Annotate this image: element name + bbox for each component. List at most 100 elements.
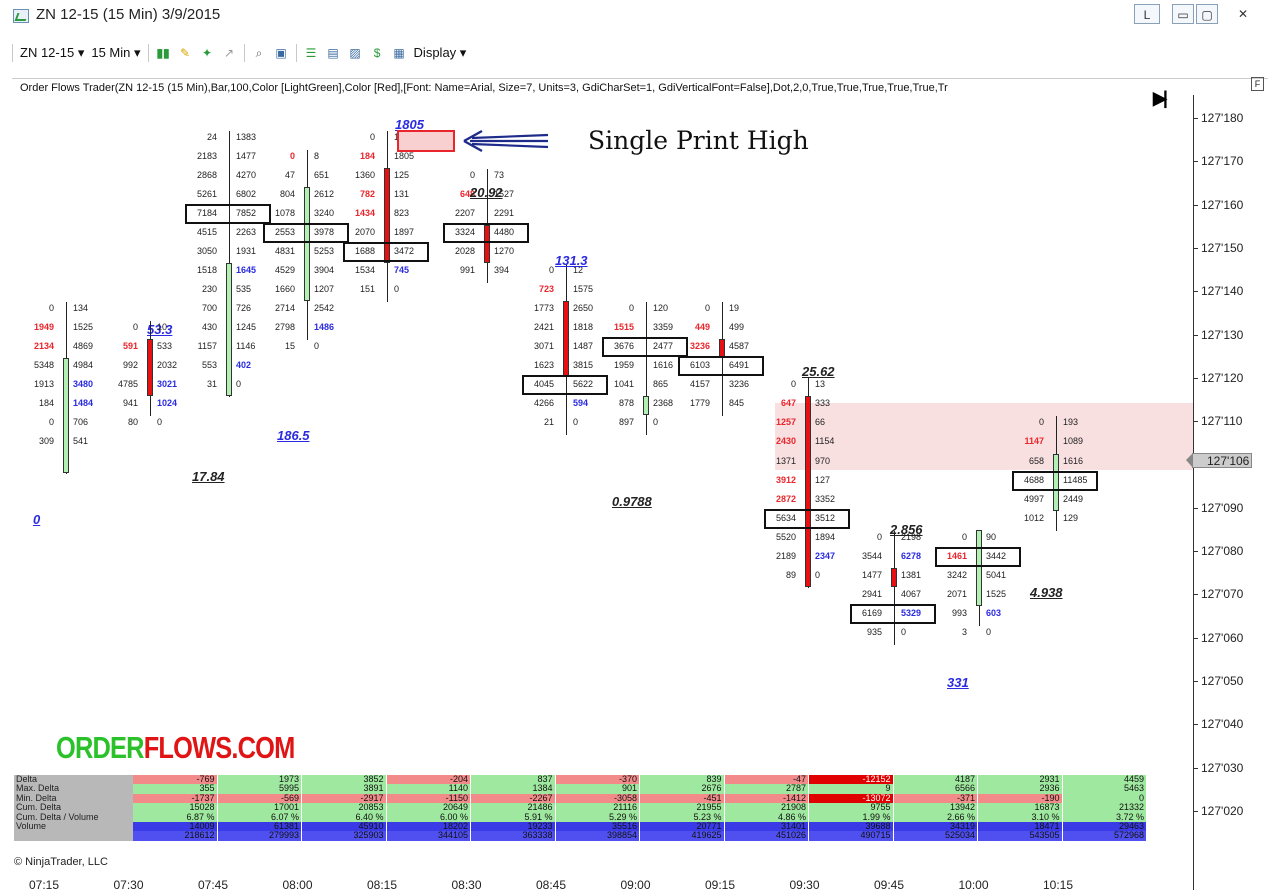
toolbar-separator — [295, 44, 297, 62]
cursor-icon[interactable]: ↗ — [222, 46, 237, 61]
price-tick — [1193, 594, 1198, 596]
stats-cell: 5.23 % — [640, 812, 725, 822]
ask-volume: 1270 — [494, 246, 515, 257]
stats-row: 218612 279993 325903 344105 363338 398854 4196… — [14, 831, 1179, 841]
stats-cell: -2267 — [471, 793, 556, 804]
pencil-icon[interactable]: ✎ — [178, 46, 193, 61]
bid-volume: 1959 — [613, 360, 634, 371]
bid-volume: 1660 — [274, 284, 295, 295]
indicator-f-button[interactable]: F — [1251, 77, 1264, 91]
ask-volume: 129 — [1063, 512, 1079, 523]
stats-row-label: Max. Delta — [14, 784, 133, 794]
stats-cell: -13072 — [809, 793, 894, 804]
bid-volume: 2714 — [274, 303, 295, 314]
bid-volume: 1147 — [1024, 436, 1044, 447]
bid-volume: 804 — [279, 189, 295, 200]
display-menu[interactable]: Display ▾ — [414, 45, 467, 61]
ask-volume: 2347 — [815, 550, 836, 561]
price-label: 127'060 — [1201, 630, 1244, 645]
stats-cell: 20853 — [302, 803, 387, 813]
bid-volume: 0 — [704, 303, 710, 314]
window-controls: L ▭ ▢ ✕ — [1134, 4, 1256, 24]
bid-volume: 0 — [132, 322, 138, 333]
poc-box — [1012, 470, 1098, 491]
star-icon[interactable]: ✦ — [200, 46, 215, 61]
stats-cell: 5.29 % — [555, 812, 640, 822]
stats-cell: 9 — [809, 784, 894, 794]
stats-row: Delta -769 1973 3852 -204 837 -370 839 -47 -12152… — [14, 775, 1179, 785]
stats-cell: 1973 — [217, 775, 302, 785]
bar-body — [147, 339, 153, 397]
logo-part-2: FLOWS.COM — [143, 730, 296, 765]
poc-box — [263, 223, 349, 244]
minimize-button[interactable]: ▭ — [1172, 4, 1194, 24]
ask-volume: 4984 — [73, 360, 94, 371]
chart-style-icon[interactable]: $ — [370, 46, 385, 61]
bar-body — [976, 529, 982, 606]
ask-volume: 1383 — [236, 132, 257, 142]
interval-label: 15 Min — [91, 45, 131, 60]
bar-wick — [646, 302, 647, 436]
layout-icon[interactable]: ▦ — [392, 46, 407, 61]
price-tick — [1193, 551, 1198, 552]
bid-volume: 3912 — [775, 474, 796, 485]
instrument-selector[interactable]: ZN 12-15 ▾ — [20, 45, 84, 61]
bid-volume: 1041 — [613, 379, 634, 390]
stats-cell: 18202 — [386, 821, 471, 832]
stats-cell: 20649 — [386, 803, 471, 813]
ask-volume: 0 — [901, 626, 907, 637]
template-icon[interactable]: ▤ — [326, 46, 341, 61]
poc-box — [850, 603, 936, 624]
poc-box — [764, 508, 850, 529]
bid-volume: 992 — [122, 360, 138, 371]
stats-cell: 18471 — [978, 821, 1063, 832]
bid-volume: 31 — [206, 379, 217, 390]
poc-box — [935, 546, 1021, 567]
bid-volume: 941 — [122, 398, 138, 409]
properties-icon[interactable]: ☰ — [304, 46, 319, 61]
bid-volume: 4831 — [274, 246, 295, 257]
single-print-highlight — [397, 130, 455, 152]
ask-volume: 0 — [986, 626, 992, 637]
stats-cell: 29463 — [1062, 821, 1147, 832]
interval-selector[interactable]: 15 Min ▾ — [91, 45, 140, 61]
bar-wick — [894, 530, 895, 645]
link-button[interactable]: L — [1134, 4, 1160, 24]
snapshot-icon[interactable]: ▨ — [348, 46, 363, 61]
bid-volume: 647 — [780, 398, 796, 409]
data-box-icon[interactable]: ▣ — [274, 46, 289, 61]
ask-volume: 706 — [73, 417, 89, 428]
toolbar-grip — [12, 44, 13, 62]
price-label: 127'110 — [1201, 414, 1243, 429]
bid-volume: 2028 — [454, 246, 475, 257]
stats-cell: 325903 — [302, 831, 387, 841]
price-tick — [1193, 767, 1198, 769]
bid-volume: 0 — [961, 531, 967, 542]
ask-volume: 745 — [394, 265, 410, 276]
bid-volume: 3071 — [533, 341, 554, 352]
bid-volume: 0 — [469, 170, 475, 181]
copyright-label: © NinjaTrader, LLC — [14, 856, 108, 868]
close-button[interactable]: ✕ — [1230, 4, 1256, 24]
bid-volume: 3236 — [689, 341, 710, 352]
play-to-end-icon[interactable]: ▶| — [1153, 88, 1168, 109]
price-label: 127'180 — [1201, 111, 1244, 125]
bid-volume: 2207 — [454, 208, 475, 219]
bid-volume: 0 — [548, 265, 554, 276]
ask-volume: 6278 — [901, 550, 922, 561]
bid-volume: 0 — [628, 303, 634, 314]
price-tick — [1193, 421, 1198, 423]
ask-volume: 3352 — [815, 493, 836, 504]
bid-volume: 0 — [876, 531, 882, 542]
maximize-button[interactable]: ▢ — [1196, 4, 1218, 24]
bar-bottom-label: 17.84 — [192, 469, 225, 484]
bar-chart-icon[interactable]: ▮▮ — [156, 46, 171, 61]
zoom-icon[interactable]: ⌕ — [252, 46, 267, 61]
stats-cell: 363338 — [471, 831, 556, 841]
ask-volume: 4587 — [729, 341, 750, 352]
ask-volume: 134 — [73, 303, 89, 314]
ask-volume: 3236 — [729, 379, 750, 390]
bid-volume: 1779 — [689, 398, 710, 409]
bar-bottom-label: 186.5 — [277, 428, 310, 443]
price-tick — [1193, 291, 1198, 293]
